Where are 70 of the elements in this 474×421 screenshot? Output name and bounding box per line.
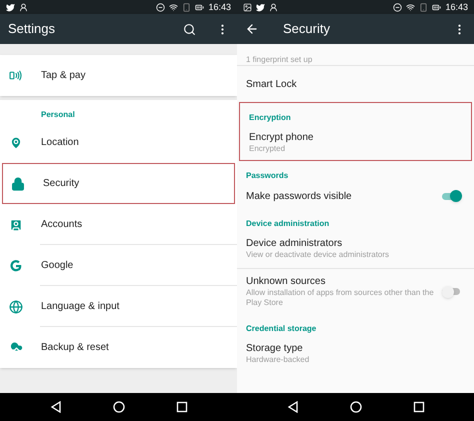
settings-row[interactable]: Unknown sources Allow installation of apps from sources other than the Play Store: [237, 269, 474, 314]
item-title: Security: [43, 177, 80, 190]
toolbar-title: Security: [283, 20, 331, 38]
section-header: Credential storage: [246, 324, 316, 333]
battery-icon: [195, 2, 204, 12]
clock-time: 16:43: [445, 2, 468, 12]
section-header: Personal: [41, 110, 75, 119]
account-card-icon: [9, 218, 23, 232]
item-subtitle: Encrypted: [249, 144, 286, 154]
item-title: Smart Lock: [246, 78, 298, 90]
settings-row[interactable]: Encrypt phone Encrypted: [240, 125, 471, 160]
settings-row[interactable]: Backup & reset: [0, 327, 237, 368]
wifi-icon: [406, 2, 416, 12]
lock-icon: [11, 176, 25, 190]
sim-icon: [182, 2, 192, 12]
section-header: Passwords: [246, 171, 288, 180]
bird-icon: [6, 2, 15, 12]
settings-row[interactable]: Make passwords visible: [237, 183, 474, 209]
person-icon: [19, 2, 28, 12]
search-button[interactable]: [183, 22, 196, 36]
sim-icon: [419, 2, 428, 12]
settings-row[interactable]: Smart Lock: [237, 66, 474, 102]
item-subtitle: 1 fingerprint set up: [246, 55, 312, 64]
person-icon: [269, 2, 278, 12]
item-title: Tap & pay: [41, 69, 86, 82]
bird-icon: [256, 2, 265, 12]
globe-icon: [9, 300, 23, 314]
toolbar-title: Settings: [8, 20, 56, 38]
back-nav-button[interactable]: [50, 401, 62, 413]
phone-waves-icon: [9, 69, 22, 82]
settings-row[interactable]: Location: [0, 122, 237, 163]
recents-nav-button[interactable]: [412, 401, 424, 413]
item-title: Location: [41, 136, 80, 149]
home-nav-button[interactable]: [350, 401, 362, 413]
settings-row[interactable]: Tap & pay: [0, 55, 237, 96]
item-title: Unknown sources: [246, 275, 326, 288]
letter-g-icon: [9, 258, 23, 272]
settings-row[interactable]: Google: [0, 245, 237, 286]
item-title: Language & input: [41, 300, 120, 313]
search-icon: [183, 22, 196, 36]
do-not-disturb-icon: [156, 2, 166, 12]
section-header: Encryption: [249, 113, 291, 122]
home-nav-button[interactable]: [112, 401, 124, 413]
item-title: Accounts: [41, 218, 84, 231]
do-not-disturb-icon: [393, 2, 402, 12]
image-icon: [243, 2, 252, 12]
item-title: Backup & reset: [41, 341, 110, 354]
item-title: Google: [41, 259, 74, 272]
toggle-switch[interactable]: [442, 190, 462, 202]
item-title: Storage type: [246, 342, 304, 355]
item-subtitle: Hardware-backed: [246, 355, 310, 365]
settings-row[interactable]: Security: [2, 163, 235, 204]
recents-nav-button[interactable]: [176, 401, 188, 413]
section-header: Device administration: [246, 219, 330, 228]
settings-row[interactable]: Storage type Hardware-backed: [237, 336, 474, 371]
item-subtitle: Allow installation of apps from sources other than the Play Store: [246, 288, 435, 308]
wifi-icon: [169, 2, 178, 12]
battery-icon: [432, 2, 442, 12]
item-title: Encrypt phone: [249, 131, 314, 144]
item-title: Make passwords visible: [246, 190, 353, 202]
item-subtitle: View or deactivate device administrators: [246, 250, 390, 260]
item-title: Device administrators: [246, 237, 344, 250]
clock-time: 16:43: [208, 2, 231, 12]
settings-row[interactable]: Language & input: [0, 286, 237, 327]
back-nav-button[interactable]: [286, 401, 298, 413]
settings-row[interactable]: Accounts: [0, 204, 237, 245]
back-button[interactable]: [245, 22, 259, 36]
location-pin-icon: [9, 136, 23, 150]
settings-row[interactable]: Device administrators View or deactivate device administrators: [237, 231, 474, 266]
toggle-switch[interactable]: [442, 286, 462, 298]
